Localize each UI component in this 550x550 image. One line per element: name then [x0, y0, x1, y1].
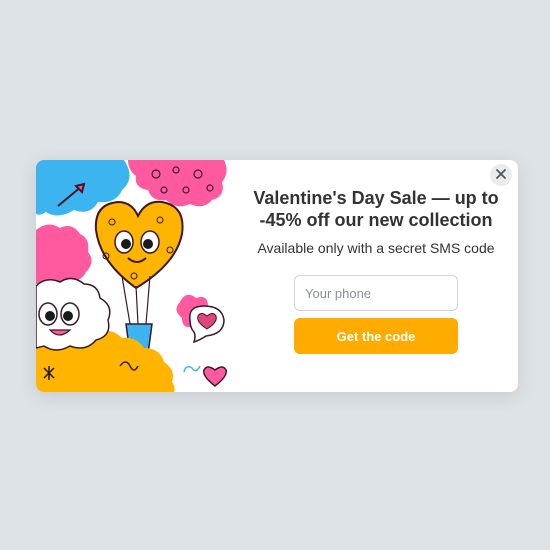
- phone-input[interactable]: [294, 275, 458, 311]
- get-code-button[interactable]: Get the code: [294, 318, 458, 354]
- popup-subtitle: Available only with a secret SMS code: [257, 240, 495, 256]
- popup-content: Valentine's Day Sale — up to -45% off ou…: [248, 160, 504, 392]
- small-heart-icon: [202, 366, 228, 387]
- sms-popup: Valentine's Day Sale — up to -45% off ou…: [36, 160, 518, 392]
- valentine-illustration: [36, 160, 236, 392]
- pink-left-cloud-shape: [36, 224, 92, 285]
- popup-title: Valentine's Day Sale — up to -45% off ou…: [253, 188, 499, 230]
- heart-balloon-shape: [94, 200, 184, 290]
